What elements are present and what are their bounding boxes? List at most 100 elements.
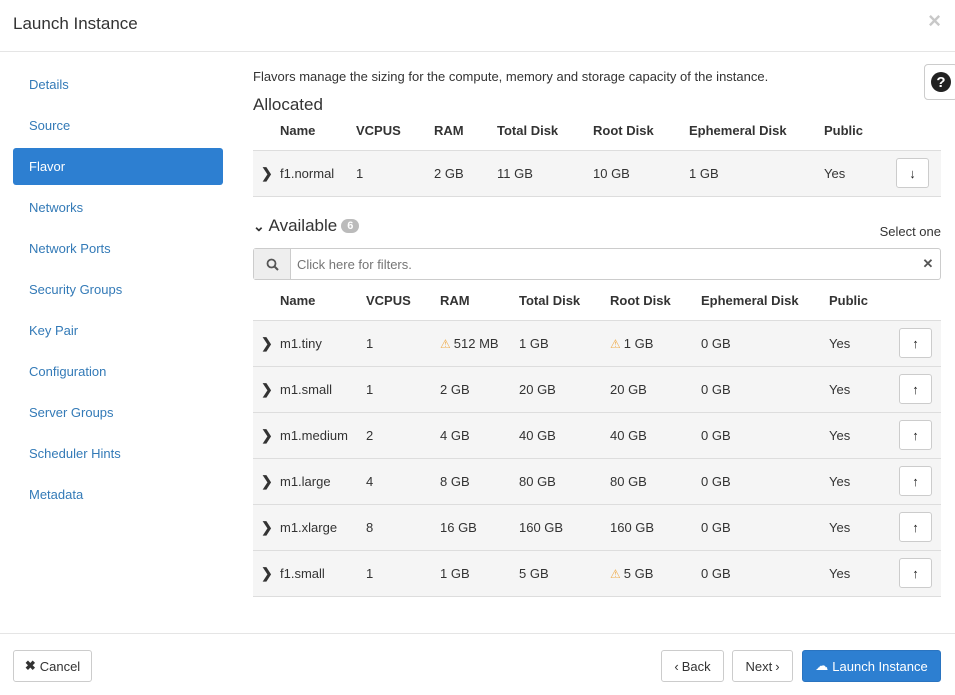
- cell-total-disk: 11 GB: [497, 149, 593, 197]
- sidebar-item-metadata[interactable]: Metadata: [13, 476, 223, 513]
- cell-vcpus: 1: [366, 319, 440, 366]
- modal-title: Launch Instance: [13, 14, 138, 33]
- table-row: ❯ f1.normal 1 2 GB 11 GB 10 GB 1 GB Yes …: [253, 149, 941, 197]
- available-table: Name VCPUS RAM Total Disk Root Disk Ephe…: [253, 282, 941, 597]
- column-header: Root Disk: [593, 123, 654, 139]
- arrow-up-icon: ↑: [912, 519, 919, 535]
- allocate-button[interactable]: ↑: [899, 466, 932, 496]
- cloud-upload-icon: ☁: [815, 658, 829, 673]
- column-header: Name: [280, 293, 316, 309]
- allocate-button[interactable]: ↑: [899, 374, 932, 404]
- modal-footer: ✖ Cancel ‹ Back Next › ☁ Launch Instance: [0, 633, 955, 695]
- sidebar-item-configuration[interactable]: Configuration: [13, 353, 223, 390]
- cell-ram: 8 GB: [440, 457, 519, 504]
- allocate-button[interactable]: ↑: [899, 420, 932, 450]
- cell-vcpus: 8: [366, 503, 440, 550]
- table-row: ❯ m1.tiny 1 ⚠ 512 MB 1 GB ⚠ 1 GB 0 GB Yes …: [253, 319, 941, 366]
- close-icon[interactable]: ×: [928, 8, 941, 34]
- table-row: ❯ m1.xlarge 8 16 GB 160 GB 160 GB 0 GB Y…: [253, 503, 941, 550]
- deallocate-button[interactable]: ↓: [896, 158, 929, 188]
- cell-name: m1.medium: [280, 411, 366, 458]
- cell-vcpus: 2: [366, 411, 440, 458]
- expand-chevron-icon[interactable]: ❯: [253, 411, 280, 458]
- column-header: VCPUS: [356, 123, 401, 139]
- cell-total-disk: 20 GB: [519, 365, 610, 412]
- available-label: Available: [268, 216, 338, 235]
- close-icon: ✖: [24, 658, 36, 673]
- expand-chevron-icon[interactable]: ❯: [253, 319, 280, 366]
- available-title[interactable]: ⌄ Available 6: [253, 216, 360, 236]
- warning-icon: ⚠: [610, 566, 621, 581]
- cell-public: Yes: [829, 411, 899, 458]
- cell-root-disk: 10 GB: [593, 149, 689, 197]
- cell-public: Yes: [829, 457, 899, 504]
- cell-ephemeral-disk: 0 GB: [701, 319, 829, 366]
- back-button[interactable]: ‹ Back: [661, 650, 724, 682]
- sidebar-item-networks[interactable]: Networks: [13, 189, 223, 226]
- allocated-table: Name VCPUS RAM Total Disk Root Disk Ephe…: [253, 112, 941, 197]
- expand-chevron-icon[interactable]: ❯: [253, 365, 280, 412]
- cell-name: m1.large: [280, 457, 366, 504]
- cell-ephemeral-disk: 0 GB: [701, 457, 829, 504]
- cell-total-disk: 40 GB: [519, 411, 610, 458]
- cell-public: Yes: [829, 365, 899, 412]
- allocate-button[interactable]: ↑: [899, 512, 932, 542]
- chevron-left-icon: ‹: [674, 658, 679, 674]
- help-button[interactable]: ?: [924, 64, 955, 100]
- column-header: Root Disk: [610, 293, 671, 309]
- column-header: Public: [824, 123, 864, 139]
- chevron-down-icon: ⌄: [253, 218, 265, 234]
- cell-public: Yes: [829, 549, 899, 597]
- cancel-button[interactable]: ✖ Cancel: [13, 650, 92, 682]
- table-row: ❯ m1.small 1 2 GB 20 GB 20 GB 0 GB Yes ↑: [253, 365, 941, 412]
- column-header: Total Disk: [497, 123, 559, 139]
- cell-ephemeral-disk: 0 GB: [701, 365, 829, 412]
- expand-chevron-icon[interactable]: ❯: [253, 149, 280, 197]
- cell-ephemeral-disk: 0 GB: [701, 549, 829, 597]
- sidebar-item-server-groups[interactable]: Server Groups: [13, 394, 223, 431]
- cell-root-disk: 40 GB: [610, 411, 701, 458]
- cell-name: f1.normal: [280, 149, 356, 197]
- cell-root-disk: ⚠ 5 GB: [610, 549, 701, 597]
- cell-total-disk: 160 GB: [519, 503, 610, 550]
- chevron-right-icon: ›: [775, 658, 780, 674]
- sidebar-item-network-ports[interactable]: Network Ports: [13, 230, 223, 267]
- sidebar-item-details[interactable]: Details: [13, 66, 223, 103]
- sidebar-item-source[interactable]: Source: [13, 107, 223, 144]
- table-header-row: Name VCPUS RAM Total Disk Root Disk Ephe…: [253, 112, 941, 150]
- column-header: Public: [829, 293, 869, 309]
- expand-chevron-icon[interactable]: ❯: [253, 503, 280, 550]
- sidebar-item-key-pair[interactable]: Key Pair: [13, 312, 223, 349]
- cell-public: Yes: [824, 149, 896, 197]
- help-icon: ?: [931, 72, 951, 92]
- arrow-up-icon: ↑: [912, 565, 919, 581]
- launch-instance-button[interactable]: ☁ Launch Instance: [802, 650, 941, 682]
- cell-ephemeral-disk: 1 GB: [689, 149, 824, 197]
- warning-icon: ⚠: [610, 336, 621, 351]
- sidebar-item-security-groups[interactable]: Security Groups: [13, 271, 223, 308]
- flavor-description: Flavors manage the sizing for the comput…: [253, 69, 769, 84]
- column-header: VCPUS: [366, 293, 411, 309]
- clear-filter-icon[interactable]: ✕: [916, 249, 940, 279]
- column-header: Ephemeral Disk: [689, 123, 787, 139]
- sidebar-item-flavor[interactable]: Flavor: [13, 148, 223, 185]
- cell-vcpus: 4: [366, 457, 440, 504]
- next-button[interactable]: Next ›: [732, 650, 793, 682]
- available-count-badge: 6: [341, 219, 360, 233]
- cell-name: m1.xlarge: [280, 503, 366, 550]
- wizard-sidebar: Details Source Flavor Networks Network P…: [13, 66, 223, 517]
- cell-ephemeral-disk: 0 GB: [701, 503, 829, 550]
- sidebar-item-scheduler-hints[interactable]: Scheduler Hints: [13, 435, 223, 472]
- arrow-down-icon: ↓: [909, 165, 916, 181]
- cell-total-disk: 1 GB: [519, 319, 610, 366]
- select-one-label: Select one: [879, 224, 941, 239]
- expand-chevron-icon[interactable]: ❯: [253, 457, 280, 504]
- column-header: RAM: [434, 123, 464, 139]
- cell-ram: 1 GB: [440, 549, 519, 597]
- allocate-button[interactable]: ↑: [899, 328, 932, 358]
- cell-name: m1.tiny: [280, 319, 366, 366]
- allocate-button[interactable]: ↑: [899, 558, 932, 588]
- expand-chevron-icon[interactable]: ❯: [253, 549, 280, 597]
- filter-input[interactable]: [291, 249, 916, 279]
- column-header: Name: [280, 123, 316, 139]
